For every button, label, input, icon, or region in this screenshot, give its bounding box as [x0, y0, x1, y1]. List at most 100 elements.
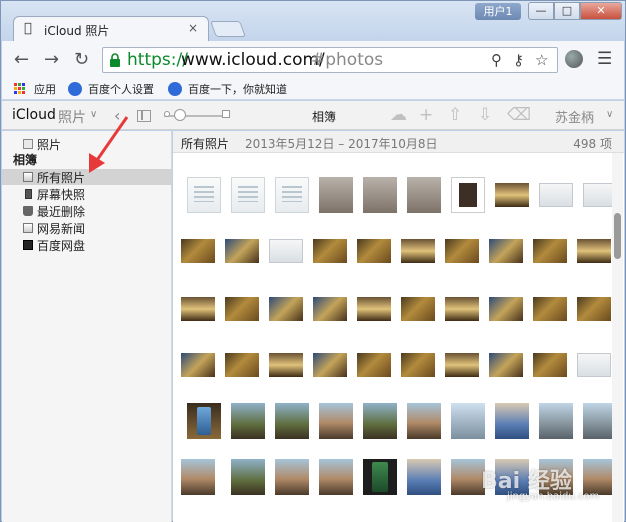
bookmark-star-icon[interactable]: ☆ — [535, 51, 548, 69]
photo-thumbnail[interactable] — [231, 177, 265, 213]
photo-thumbnail[interactable] — [539, 403, 573, 439]
photo-thumbnail[interactable] — [533, 239, 567, 263]
tab-title: iCloud 照片 — [44, 24, 110, 38]
key-icon[interactable]: ⚷ — [513, 51, 524, 69]
photo-thumbnail[interactable] — [319, 459, 353, 495]
photo-thumbnail[interactable] — [363, 403, 397, 439]
photo-thumbnail[interactable] — [319, 403, 353, 439]
photo-thumbnail[interactable] — [357, 297, 391, 321]
photo-thumbnail[interactable] — [225, 353, 259, 377]
photo-thumbnail[interactable] — [313, 297, 347, 321]
add-icon[interactable]: + — [419, 105, 433, 125]
photo-thumbnail[interactable] — [181, 353, 215, 377]
address-bar[interactable]: https:// www.icloud.com/ #photos ⚲ ⚷ ☆ — [102, 47, 558, 73]
photo-thumbnail[interactable] — [187, 177, 221, 213]
photo-thumbnail[interactable] — [445, 353, 479, 377]
photo-thumbnail[interactable] — [181, 239, 215, 263]
photo-thumbnail[interactable] — [357, 239, 391, 263]
reload-icon[interactable]: ↻ — [74, 49, 89, 70]
photo-thumbnail[interactable] — [407, 177, 441, 213]
sidebar-item-label: 照片 — [37, 138, 62, 152]
back-arrow-icon[interactable]: ← — [14, 49, 29, 70]
new-tab-button[interactable] — [210, 21, 246, 37]
photo-thumbnail[interactable] — [489, 353, 523, 377]
photo-thumbnail[interactable] — [225, 239, 259, 263]
photo-thumbnail[interactable] — [495, 403, 529, 439]
apps-grid-icon[interactable] — [14, 83, 26, 95]
photo-thumbnail[interactable] — [313, 239, 347, 263]
photo-thumbnail[interactable] — [269, 239, 303, 263]
photo-row — [181, 403, 617, 451]
close-window-button[interactable]: ✕ — [580, 2, 622, 20]
photo-thumbnail[interactable] — [225, 297, 259, 321]
photo-thumbnail[interactable] — [445, 297, 479, 321]
photo-thumbnail[interactable] — [533, 297, 567, 321]
profile-badge[interactable]: 用户1 — [475, 3, 521, 20]
url-scheme: https:// — [127, 50, 188, 70]
photo-thumbnail[interactable] — [495, 183, 529, 207]
photo-thumbnail[interactable] — [451, 459, 485, 495]
sidebar-item-recently-deleted[interactable]: 最近删除 — [2, 203, 172, 219]
user-name[interactable]: 苏金柄 — [555, 107, 594, 126]
sidebar-item-baidu-netdisk[interactable]: 百度网盘 — [2, 237, 172, 253]
photo-thumbnail[interactable] — [539, 183, 573, 207]
photo-thumbnail[interactable] — [269, 353, 303, 377]
photo-thumbnail[interactable] — [275, 459, 309, 495]
photo-thumbnail[interactable] — [363, 177, 397, 213]
tab-icloud-photos[interactable]:  iCloud 照片 × — [13, 16, 209, 41]
zoom-out-icon[interactable] — [164, 111, 170, 117]
delete-icon[interactable]: ⌫ — [507, 105, 531, 125]
photo-thumbnail[interactable] — [187, 403, 221, 439]
photo-thumbnail[interactable] — [275, 403, 309, 439]
photo-thumbnail[interactable] — [269, 297, 303, 321]
photo-thumbnail[interactable] — [451, 403, 485, 439]
photo-thumbnail[interactable] — [401, 353, 435, 377]
photo-thumbnail[interactable] — [577, 353, 611, 377]
chevron-down-icon[interactable]: ∨ — [606, 109, 613, 120]
photo-thumbnail[interactable] — [181, 459, 215, 495]
sidebar-item-netease-news[interactable]: 网易新闻 — [2, 220, 172, 236]
photo-thumbnail[interactable] — [231, 403, 265, 439]
photo-thumbnail[interactable] — [489, 297, 523, 321]
photo-thumbnail[interactable] — [533, 353, 567, 377]
photo-thumbnail[interactable] — [401, 239, 435, 263]
tab-close-icon[interactable]: × — [188, 21, 198, 35]
photo-thumbnail[interactable] — [357, 353, 391, 377]
zoom-slider-knob[interactable] — [174, 109, 186, 121]
bookmark-baidu-search[interactable]: 百度一下，你就知道 — [188, 81, 287, 97]
phone-icon — [25, 189, 32, 199]
photo-thumbnail[interactable] — [275, 177, 309, 213]
share-icon[interactable]: ⇧ — [448, 105, 462, 125]
sidebar-item-label: 所有照片 — [37, 171, 86, 185]
download-icon[interactable]: ⇩ — [478, 105, 492, 125]
bookmark-apps[interactable]: 应用 — [34, 81, 56, 97]
maximize-button[interactable]: □ — [554, 2, 580, 20]
minimize-button[interactable]: — — [528, 2, 554, 20]
bookmarks-bar: 应用 百度个人设置 百度一下，你就知道 — [2, 78, 624, 100]
zoom-in-icon[interactable] — [222, 110, 230, 118]
photo-thumbnail[interactable] — [231, 459, 265, 495]
globe-icon[interactable] — [565, 50, 583, 68]
photo-thumbnail[interactable] — [401, 297, 435, 321]
photo-thumbnail[interactable] — [407, 403, 441, 439]
photo-thumbnail[interactable] — [451, 177, 485, 213]
icloud-brand[interactable]: iCloud — [12, 107, 56, 123]
sidebar-item-screenshots[interactable]: 屏幕快照 — [2, 186, 172, 202]
upload-icon[interactable]: ☁ — [390, 105, 407, 125]
photo-thumbnail[interactable] — [489, 239, 523, 263]
menu-icon[interactable]: ☰ — [597, 49, 612, 69]
grid-date-range: 2013年5月12日 – 2017年10月8日 — [245, 137, 438, 151]
photo-thumbnail[interactable] — [577, 239, 611, 263]
photo-thumbnail[interactable] — [319, 177, 353, 213]
scrollbar[interactable] — [612, 153, 623, 522]
photo-thumbnail[interactable] — [363, 459, 397, 495]
photo-thumbnail[interactable] — [407, 459, 441, 495]
photo-thumbnail[interactable] — [577, 297, 611, 321]
scrollbar-thumb[interactable] — [614, 213, 621, 259]
search-icon[interactable]: ⚲ — [491, 51, 502, 69]
photo-thumbnail[interactable] — [313, 353, 347, 377]
forward-arrow-icon[interactable]: → — [44, 49, 59, 70]
photo-thumbnail[interactable] — [181, 297, 215, 321]
photo-thumbnail[interactable] — [445, 239, 479, 263]
bookmark-baidu-settings[interactable]: 百度个人设置 — [88, 81, 154, 97]
